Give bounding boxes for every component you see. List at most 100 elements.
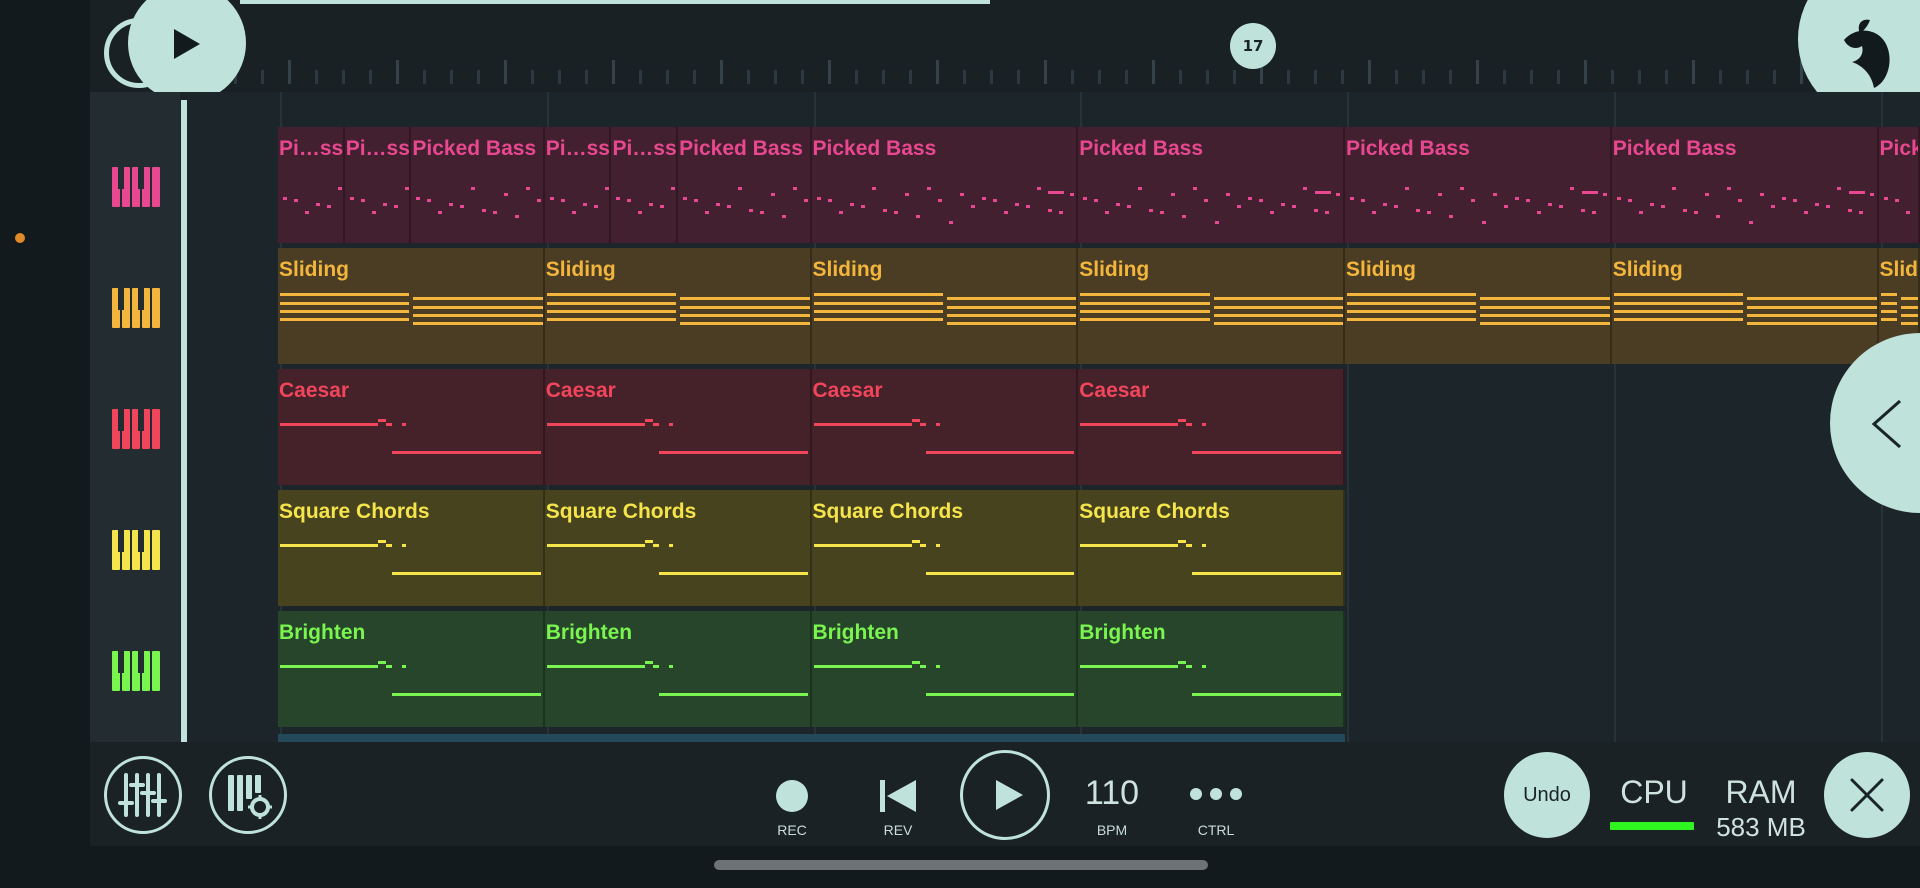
pattern-clip[interactable]: Caesar	[278, 369, 545, 485]
clip-note-preview	[658, 451, 808, 454]
pattern-clip[interactable]: Sliding	[544, 248, 812, 364]
channel-settings-button[interactable]	[209, 756, 287, 834]
pattern-clip[interactable]: Caesar	[544, 369, 812, 485]
clip-note-preview	[668, 423, 673, 426]
more-dots-icon	[1190, 788, 1242, 800]
track-header-picked-bass[interactable]	[90, 126, 180, 246]
clip-note-preview	[1315, 191, 1331, 194]
clip-note-preview	[1350, 197, 1354, 200]
clip-note-preview	[1347, 302, 1477, 305]
track-header-sliding[interactable]	[90, 247, 180, 367]
ruler-tick	[1125, 70, 1128, 84]
clip-note-preview	[1901, 297, 1918, 300]
pattern-clip[interactable]: Brighten	[278, 611, 545, 727]
clip-label: Caesar	[279, 379, 350, 402]
close-button[interactable]	[1824, 752, 1910, 838]
track-lane-brighten[interactable]: Brighten Brighten Brighten Brighten	[183, 611, 1920, 727]
ruler-tick	[882, 70, 885, 84]
clip-note-preview	[1215, 221, 1220, 224]
clip-note-preview	[925, 572, 1075, 575]
ruler-tick	[1314, 70, 1317, 84]
pattern-clip[interactable]: Sliding	[1345, 248, 1612, 364]
pattern-clip[interactable]: Pi…ss	[611, 127, 679, 243]
clip-note-preview	[1449, 215, 1453, 218]
clip-note-preview	[1347, 293, 1477, 296]
clip-note-preview	[1526, 199, 1530, 202]
pattern-clip[interactable]: Picked Bass	[1611, 127, 1879, 243]
pattern-clip[interactable]: Picked Bass	[811, 127, 1079, 243]
pattern-clip[interactable]: Picked Bass	[411, 127, 545, 243]
tempo-value[interactable]: 110	[1070, 774, 1154, 813]
pattern-clip[interactable]: Square Chords	[811, 490, 1079, 606]
pattern-clip[interactable]: Pi…ss	[344, 127, 412, 243]
home-indicator	[714, 860, 1208, 870]
ruler-tick	[1476, 60, 1479, 84]
piano-settings-icon	[228, 775, 272, 819]
track-lane-sliding[interactable]: Sliding Sliding Sliding Sliding Sliding Slidi…	[183, 248, 1920, 364]
clip-note-preview	[658, 572, 808, 575]
pattern-clip[interactable]: Sliding	[278, 248, 545, 364]
pattern-clip[interactable]: Picked Bass	[1078, 127, 1345, 243]
pattern-clip[interactable]: Sliding	[1611, 248, 1879, 364]
pattern-clip[interactable]: Brighten	[811, 611, 1079, 727]
clip-label: Sliding	[1346, 258, 1416, 281]
clip-note-preview	[738, 187, 743, 190]
pattern-clip[interactable]: Square Chords	[544, 490, 812, 606]
pattern-clip[interactable]: Square Chords	[278, 490, 545, 606]
clip-note-preview	[1480, 314, 1610, 317]
clip-note-preview	[1202, 544, 1207, 547]
clip-label: Sliding	[812, 258, 883, 281]
loop-marker[interactable]: 17	[1230, 23, 1276, 69]
clip-label: Pi…ss	[279, 137, 344, 160]
clip-note-preview	[658, 693, 808, 696]
clip-note-preview	[935, 423, 940, 426]
ruler-tick	[1665, 70, 1668, 84]
record-button[interactable]	[776, 780, 808, 812]
clip-note-preview	[1259, 199, 1264, 202]
more-options-button[interactable]	[1186, 786, 1246, 802]
clip-note-preview	[1025, 205, 1030, 208]
clip-note-preview	[1416, 209, 1420, 212]
pattern-clip[interactable]: Picked Bass	[1878, 127, 1920, 243]
undo-button[interactable]: Undo	[1504, 752, 1590, 838]
ruler-tick	[1368, 60, 1371, 84]
rewind-button[interactable]	[876, 776, 920, 816]
clip-note-preview	[680, 306, 810, 309]
track-header-square-chords[interactable]	[90, 489, 180, 609]
pattern-clip[interactable]: Sliding	[1078, 248, 1345, 364]
track-header-brighten[interactable]	[90, 610, 180, 730]
clip-note-preview	[1083, 197, 1088, 200]
pattern-clip[interactable]: Square Chords	[1078, 490, 1345, 606]
clip-label: Brighten	[279, 621, 366, 644]
playlist-grid[interactable]: Pi…ss Pi…ss Picked Bass Pi…ss Pi…ss Picked Ba…	[183, 92, 1920, 742]
pattern-clip[interactable]: Pi…ss	[544, 127, 612, 243]
track-lane-caesar[interactable]: Caesar Caesar Caesar Caesar	[183, 369, 1920, 485]
track-header-caesar[interactable]	[90, 368, 180, 488]
clip-note-preview	[546, 665, 645, 668]
pattern-clip[interactable]: Brighten	[544, 611, 812, 727]
timeline-ruler[interactable]	[180, 52, 1920, 84]
pattern-clip[interactable]: Caesar	[1078, 369, 1345, 485]
ruler-tick	[1287, 70, 1290, 84]
clip-note-preview	[378, 540, 386, 543]
pattern-clip[interactable]: Caesar	[811, 369, 1079, 485]
pattern-clip[interactable]: Picked Bass	[678, 127, 812, 243]
ruler-tick	[396, 60, 399, 84]
clip-note-preview	[1427, 211, 1431, 214]
clip-note-preview	[1825, 205, 1830, 208]
pattern-clip[interactable]: Picked Bass	[1345, 127, 1612, 243]
pattern-clip[interactable]: Pi…ss	[278, 127, 345, 243]
mixer-button[interactable]	[104, 756, 182, 834]
clip-note-preview	[392, 572, 541, 575]
clip-note-preview	[280, 293, 410, 296]
playhead[interactable]	[181, 100, 187, 742]
clip-note-preview	[1715, 215, 1720, 218]
cpu-label: CPU	[1620, 774, 1688, 810]
ruler-tick	[1719, 70, 1722, 84]
track-lane-square-chords[interactable]: Square Chords Square Chords Square Chords S…	[183, 490, 1920, 606]
track-lane-picked-bass[interactable]: Pi…ss Pi…ss Picked Bass Pi…ss Pi…ss Picked Ba…	[183, 127, 1920, 243]
clip-note-preview	[946, 306, 1077, 309]
pattern-clip[interactable]: Sliding	[811, 248, 1079, 364]
pattern-clip[interactable]: Brighten	[1078, 611, 1345, 727]
pattern-play-button[interactable]	[960, 750, 1050, 840]
